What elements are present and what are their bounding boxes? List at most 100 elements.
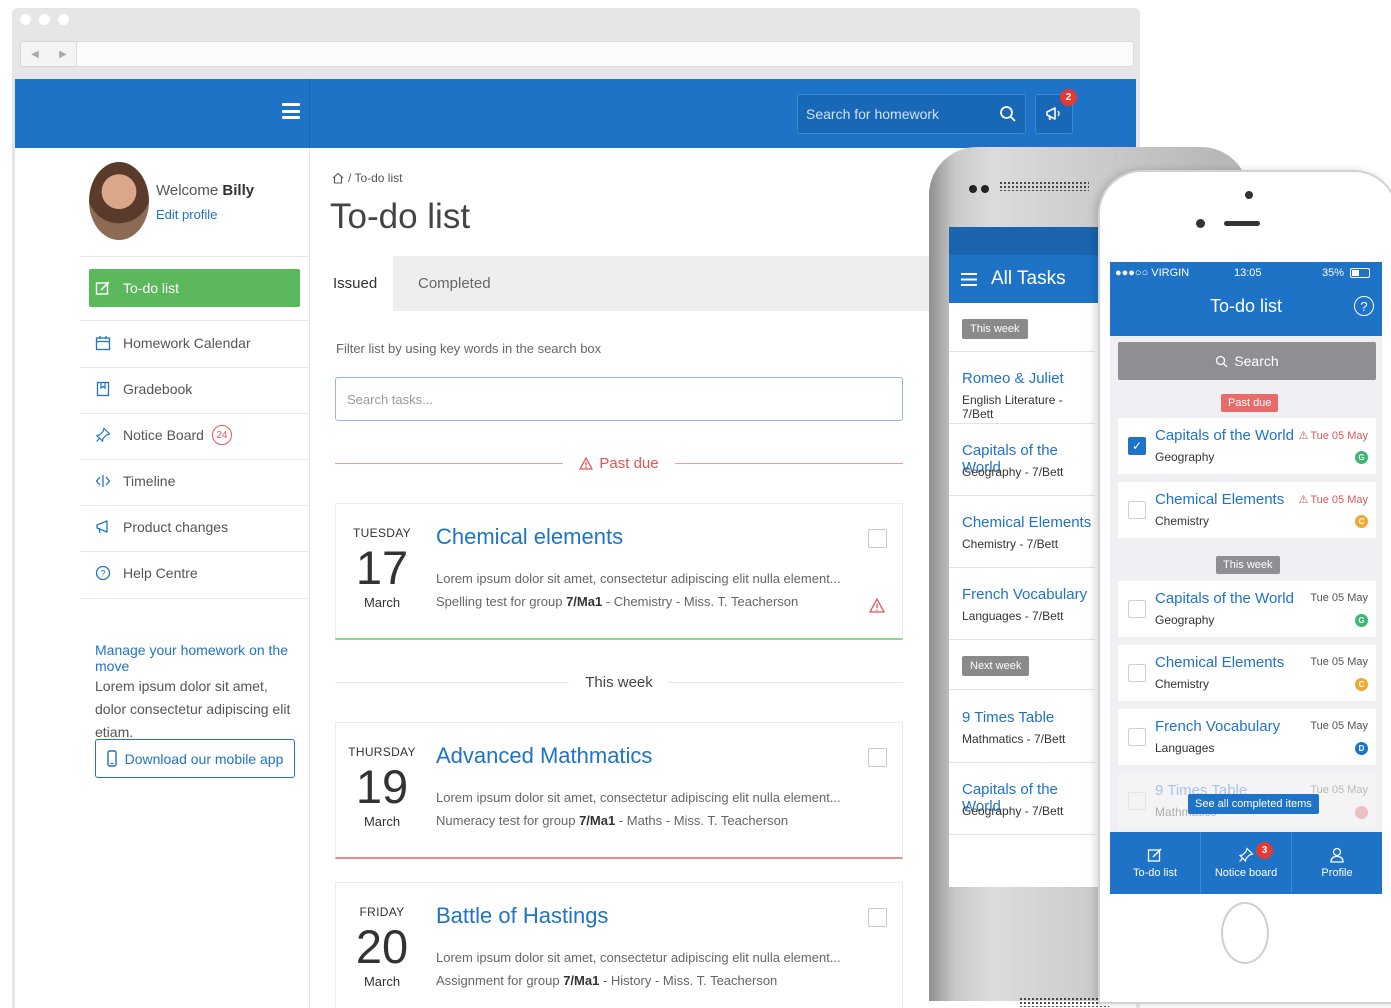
list-item[interactable]: French Vocabulary Languages Tue 05 May D	[1118, 709, 1376, 765]
tab-todo-list[interactable]: To-do list	[1110, 832, 1201, 894]
breadcrumb: / To-do list	[332, 171, 402, 185]
list-item[interactable]: Capitals of the World Geography Tue 05 M…	[1118, 581, 1376, 637]
warning-icon: ⚠	[1298, 494, 1309, 506]
home-icon[interactable]	[332, 172, 344, 184]
search-input[interactable]: Search	[1118, 342, 1376, 380]
checkbox[interactable]	[1128, 728, 1146, 746]
tab-profile[interactable]: Profile	[1292, 832, 1382, 894]
help-icon[interactable]: ?	[1354, 296, 1374, 316]
notice-button[interactable]: 2	[1035, 89, 1077, 134]
tab-issued[interactable]: Issued	[310, 256, 393, 311]
subject-dot: G	[1355, 451, 1368, 464]
hamburger-menu-icon[interactable]	[282, 103, 300, 119]
item-due-date: ⚠ Tue 05 May	[1298, 493, 1368, 507]
sidebar-item-timeline[interactable]: Timeline	[95, 470, 175, 492]
list-item[interactable]: Chemical Elements Chemistry Tue 05 May C	[1118, 645, 1376, 701]
task-checkbox[interactable]	[868, 529, 887, 548]
list-item[interactable]: Chemical Elements Chemistry ⚠ Tue 05 May …	[1118, 482, 1376, 538]
task-title[interactable]: Battle of Hastings	[436, 903, 608, 929]
close-window-button[interactable]	[20, 14, 31, 25]
camera	[969, 185, 977, 193]
carrier-text: ●●●○○ VIRGIN	[1115, 267, 1190, 279]
minimize-window-button[interactable]	[39, 14, 50, 25]
see-completed-button[interactable]: See all completed items	[1188, 794, 1319, 814]
tab-notice-board[interactable]: 3 Notice board	[1201, 832, 1292, 894]
task-checkbox[interactable]	[868, 908, 887, 927]
iphone-screen: ●●●○○ VIRGIN 13:05 35% To-do list ? Sear…	[1110, 262, 1382, 894]
sidebar-item-gradebook[interactable]: Gradebook	[95, 378, 192, 400]
list-item-title[interactable]: Romeo & Juliet	[962, 370, 1064, 387]
task-description: Lorem ipsum dolor sit amet, consectetur …	[436, 950, 841, 965]
sidebar-item-product-changes[interactable]: Product changes	[95, 516, 228, 538]
search-icon[interactable]	[999, 105, 1017, 123]
sidebar-item-notice-board[interactable]: Notice Board 24	[95, 424, 232, 446]
sidebar-item-label: Gradebook	[123, 381, 193, 397]
list-item[interactable]: ✓ Capitals of the World Geography ⚠ Tue 0…	[1118, 418, 1376, 474]
sidebar-item-todo[interactable]: To-do list	[89, 269, 300, 307]
homework-search-input[interactable]: Search for homework	[797, 94, 1026, 134]
sidebar: Welcome Billy Edit profile To-do list Ho…	[15, 148, 310, 1008]
task-title[interactable]: Chemical elements	[436, 524, 623, 550]
list-item-subtitle: Languages - 7/Bett	[962, 609, 1064, 623]
search-placeholder: Search for homework	[806, 106, 940, 122]
checkbox[interactable]	[1128, 600, 1146, 618]
warning-icon: ⚠	[1298, 430, 1309, 442]
task-month: March	[363, 814, 401, 829]
list-item-title[interactable]: Chemical Elements	[962, 514, 1091, 531]
checkbox-checked[interactable]: ✓	[1128, 437, 1146, 455]
sidebar-item-label: Product changes	[123, 519, 229, 535]
megaphone-icon	[1046, 107, 1060, 121]
item-due-date: Tue 05 May	[1310, 784, 1368, 796]
address-bar[interactable]	[76, 41, 1134, 67]
divider	[80, 551, 310, 552]
forward-icon[interactable]: ▶	[59, 49, 67, 60]
subject-dot: C	[1355, 515, 1368, 528]
task-checkbox[interactable]	[868, 748, 887, 767]
item-due-date: Tue 05 May	[1310, 656, 1368, 668]
task-search-input[interactable]: Search tasks...	[335, 377, 903, 421]
task-day: THURSDAY	[348, 745, 416, 759]
item-due-date: Tue 05 May	[1310, 720, 1368, 732]
avatar[interactable]	[89, 162, 149, 240]
calendar-icon	[95, 336, 111, 351]
checkbox[interactable]	[1128, 792, 1146, 810]
battery-icon	[1350, 268, 1370, 278]
edit-profile-link[interactable]: Edit profile	[156, 207, 217, 222]
checkbox[interactable]	[1128, 501, 1146, 519]
divider	[80, 505, 310, 506]
app-bar-title: All Tasks	[991, 268, 1066, 289]
task-card[interactable]: FRIDAY 20 March Battle of Hastings Lorem…	[335, 882, 903, 1008]
back-icon[interactable]: ◀	[31, 49, 39, 60]
task-card[interactable]: THURSDAY 19 March Advanced Mathmatics Lo…	[335, 722, 903, 859]
hamburger-menu-icon[interactable]	[961, 272, 977, 286]
divider	[80, 459, 310, 460]
list-item-subtitle: Geography - 7/Bett	[962, 804, 1064, 818]
home-button[interactable]	[1221, 902, 1269, 964]
filter-hint: Filter list by using key words in the se…	[336, 341, 602, 356]
sidebar-item-calendar[interactable]: Homework Calendar	[95, 332, 251, 354]
sidebar-item-help-centre[interactable]: ? Help Centre	[95, 562, 198, 584]
task-date: 19	[355, 760, 409, 813]
sidebar-item-label: Homework Calendar	[123, 335, 251, 351]
download-app-button[interactable]: Download our mobile app	[95, 739, 295, 778]
nav-header: To-do list ?	[1110, 284, 1382, 336]
task-meta: Spelling test for group 7/Ma1 - Chemistr…	[436, 594, 799, 609]
list-item-title[interactable]: French Vocabulary	[962, 586, 1087, 603]
task-description: Lorem ipsum dolor sit amet, consectetur …	[436, 790, 841, 805]
list-item-title[interactable]: 9 Times Table	[962, 709, 1054, 726]
maximize-window-button[interactable]	[58, 14, 69, 25]
promo-text: Lorem ipsum dolor sit amet, dolor consec…	[95, 678, 291, 740]
divider	[80, 598, 310, 599]
tab-completed[interactable]: Completed	[418, 256, 491, 311]
status-bar: ●●●○○ VIRGIN 13:05 35%	[1110, 262, 1382, 284]
task-title[interactable]: Advanced Mathmatics	[436, 743, 652, 769]
tab-label: To-do list	[1132, 867, 1178, 879]
clock-text: 13:05	[1234, 267, 1262, 279]
promo-title[interactable]: Manage your homework on the move	[95, 642, 309, 674]
task-card[interactable]: TUESDAY 17 March Chemical elements Lorem…	[335, 503, 903, 640]
task-meta: Assignment for group 7/Ma1 - History - M…	[436, 973, 778, 988]
checkbox[interactable]	[1128, 664, 1146, 682]
item-title: Capitals of the World	[1155, 590, 1294, 607]
list-item-subtitle: Mathmatics - 7/Bett	[962, 732, 1066, 746]
sidebar-item-label: Help Centre	[123, 565, 198, 581]
